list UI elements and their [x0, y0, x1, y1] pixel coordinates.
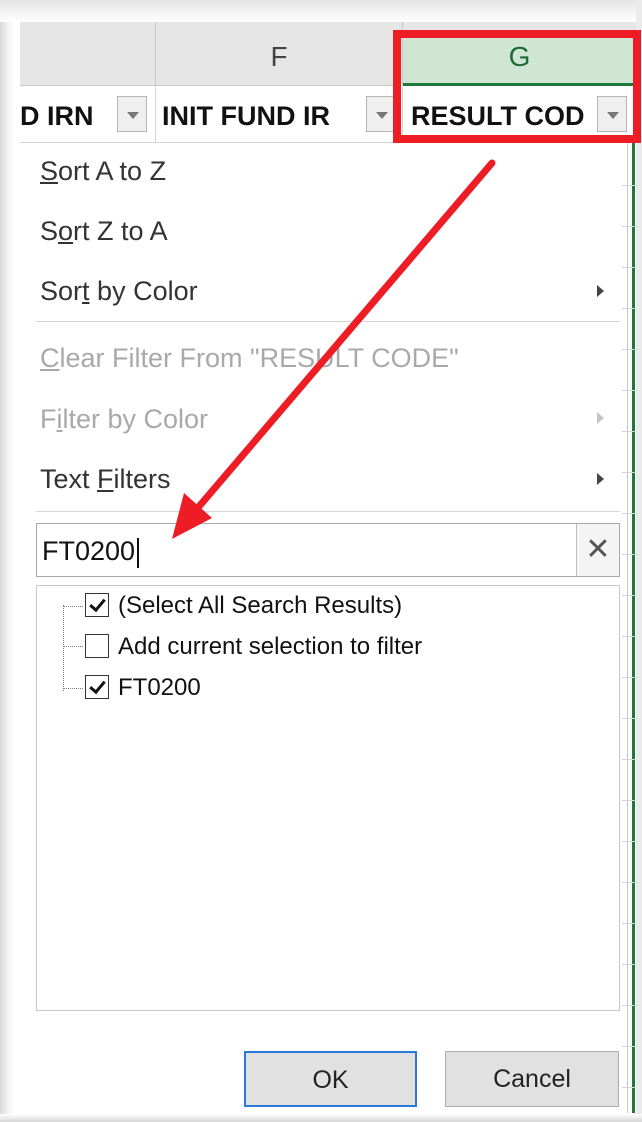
grid-line [622, 1046, 636, 1047]
menu-label: Text [40, 464, 98, 494]
close-icon[interactable]: ✕ [576, 524, 619, 576]
grid-line [622, 267, 636, 268]
chevron-right-icon [597, 412, 604, 424]
header-cell-e: D IRN [20, 101, 94, 131]
text-filters-item[interactable]: Text Filters [40, 451, 171, 507]
grid-line [622, 882, 636, 883]
select-all-checkbox[interactable] [85, 593, 109, 617]
grid-line [622, 308, 636, 309]
frame-shadow-bottom [0, 1114, 642, 1122]
grid-line [622, 554, 636, 555]
menu-accelerator: t [82, 276, 90, 306]
column-g-border [632, 143, 635, 1113]
filter-dropdown-button-e[interactable] [117, 96, 147, 132]
sort-z-to-a-item[interactable]: Sort Z to A [40, 203, 168, 259]
sort-a-to-z-item[interactable]: Sort A to Z [40, 143, 166, 199]
grid-line [622, 964, 636, 965]
search-text: FT0200 [42, 536, 136, 566]
grid-line [622, 718, 636, 719]
value-label[interactable]: FT0200 [118, 670, 201, 706]
tree-connector [63, 606, 83, 607]
chevron-right-icon [597, 473, 604, 485]
menu-accelerator: F [97, 464, 114, 494]
grid-line [622, 1005, 636, 1006]
filter-dropdown-button-f[interactable] [366, 96, 396, 132]
grid-line [622, 800, 636, 801]
menu-accelerator: C [40, 343, 60, 373]
frame-shadow-top [0, 0, 642, 22]
frame-shadow-right [636, 0, 642, 1122]
search-input-value[interactable]: FT0200 [42, 525, 140, 575]
menu-label: by Color [89, 276, 198, 306]
tree-connector [63, 646, 83, 647]
add-selection-label[interactable]: Add current selection to filter [118, 629, 422, 665]
clear-filter-item[interactable]: Clear Filter From "RESULT CODE" [40, 330, 459, 386]
grid-line [622, 472, 636, 473]
ok-button[interactable]: OK [244, 1051, 417, 1107]
highlight-box [393, 30, 641, 143]
frame-shadow-left [0, 0, 14, 1122]
excel-filter-screenshot: F G D IRN INIT FUND IR RESULT COD Sort A… [0, 0, 642, 1122]
tree-connector [63, 688, 83, 689]
tree-connector [63, 605, 64, 691]
cancel-button[interactable]: Cancel [445, 1051, 619, 1107]
menu-label: rt Z to A [73, 216, 168, 246]
menu-label: S [40, 216, 59, 246]
header-cell-separator [155, 87, 156, 143]
grid-line [622, 390, 636, 391]
filter-by-color-item[interactable]: Filter by Color [40, 391, 208, 447]
grid-line [622, 513, 636, 514]
value-checkbox[interactable] [85, 675, 109, 699]
text-caret [137, 537, 140, 568]
chevron-right-icon [597, 285, 604, 297]
grid-line [622, 759, 636, 760]
menu-label: Sor [40, 276, 83, 306]
menu-accelerator: o [58, 216, 74, 246]
grid-line [622, 677, 636, 678]
column-letter-f[interactable]: F [156, 22, 402, 86]
menu-label: F [40, 404, 57, 434]
grid-line [622, 636, 636, 637]
menu-label: lter by Color [62, 404, 209, 434]
header-cell-f: INIT FUND IR [162, 101, 330, 131]
grid-line [622, 349, 636, 350]
menu-label: lear Filter From "RESULT CODE" [59, 343, 459, 373]
grid-line [622, 185, 636, 186]
grid-line [622, 1087, 636, 1088]
add-selection-checkbox[interactable] [85, 634, 109, 658]
menu-divider [36, 321, 620, 322]
select-all-label[interactable]: (Select All Search Results) [118, 588, 402, 624]
grid-line [622, 226, 636, 227]
menu-accelerator: S [40, 156, 59, 186]
sort-by-color-item[interactable]: Sort by Color [40, 263, 198, 319]
menu-divider [36, 511, 620, 512]
grid-line [622, 595, 636, 596]
menu-label: ilters [113, 464, 171, 494]
grid-line [622, 841, 636, 842]
menu-label: ort A to Z [58, 156, 167, 186]
grid-line [622, 431, 636, 432]
grid-line [622, 923, 636, 924]
